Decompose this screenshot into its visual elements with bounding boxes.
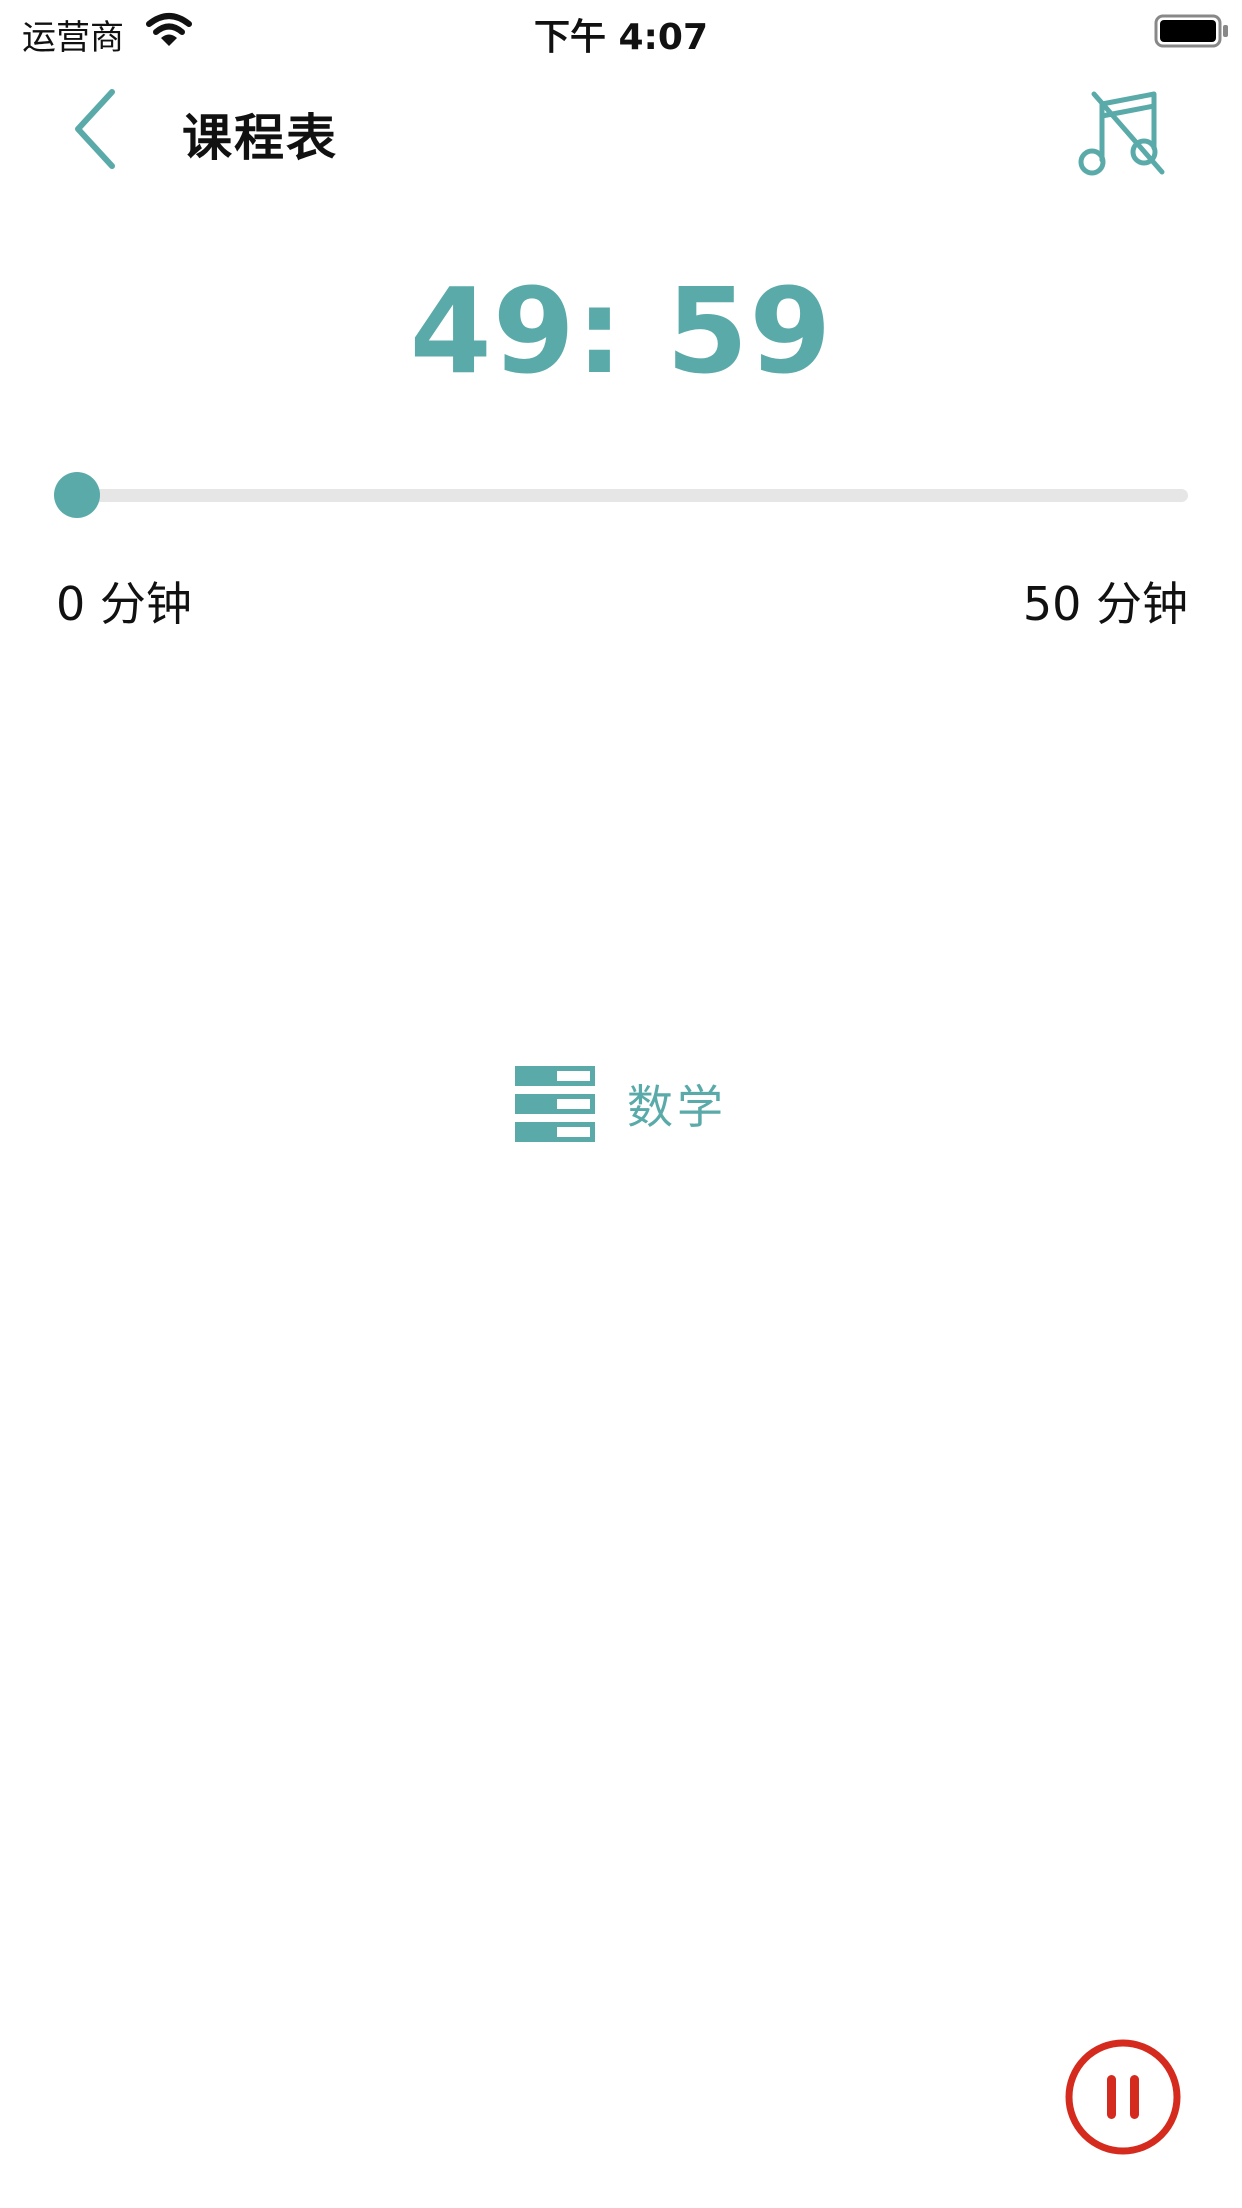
pause-icon <box>1107 2075 1139 2119</box>
list-icon <box>515 1066 595 1142</box>
slider-thumb[interactable] <box>54 472 100 518</box>
status-bar: 运营商 下午 4:07 <box>0 0 1242 62</box>
slider-min-label: 0 分钟 <box>56 577 192 631</box>
pause-button[interactable] <box>1064 2038 1182 2156</box>
chevron-left-icon[interactable] <box>60 84 130 174</box>
subject-label: 数学 <box>627 1080 727 1134</box>
page-title: 课程表 <box>182 109 338 167</box>
time-slider[interactable] <box>54 472 1188 518</box>
music-off-icon[interactable] <box>1072 82 1172 182</box>
countdown-timer: 49: 59 <box>409 262 833 400</box>
screen: 运营商 下午 4:07 课程表 49: 59 0 分钟 50 分钟 数学 <box>0 0 1242 2208</box>
subject-row: 数学 <box>0 1066 1242 1142</box>
slider-track[interactable] <box>76 489 1188 502</box>
status-time: 下午 4:07 <box>533 17 709 58</box>
slider-max-label: 50 分钟 <box>1022 577 1188 631</box>
nav-bar: 课程表 <box>0 62 1242 192</box>
battery-icon <box>1154 14 1228 48</box>
